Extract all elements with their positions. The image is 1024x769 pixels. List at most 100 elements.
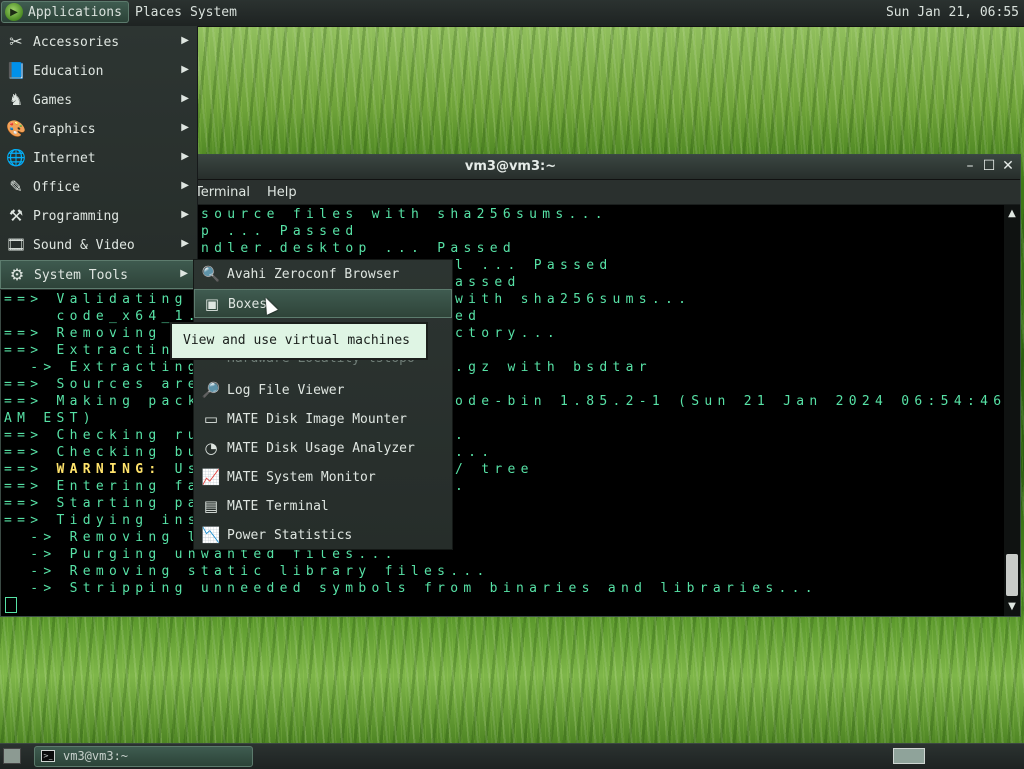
terminal-line: ==> Making pack bbox=[4, 394, 201, 409]
menu-item-label: Graphics bbox=[33, 122, 96, 137]
submenu-item-avahi[interactable]: 🔍 Avahi Zeroconf Browser bbox=[194, 260, 452, 289]
terminal-line: ==> Extracting bbox=[4, 343, 188, 358]
scroll-up-arrow-icon[interactable]: ▲ bbox=[1004, 207, 1020, 221]
terminal-line: / tree bbox=[455, 462, 534, 477]
education-icon: 📘 bbox=[6, 61, 26, 80]
submenu-arrow-icon: ▶ bbox=[181, 35, 189, 46]
menu-item-education[interactable]: 📘 Education ▶ bbox=[0, 57, 197, 86]
terminal-line: -> Removing l bbox=[4, 530, 201, 545]
menu-item-label: Internet bbox=[33, 151, 96, 166]
scroll-down-arrow-icon[interactable]: ▼ bbox=[1004, 600, 1020, 614]
submenu-item-label: MATE Disk Image Mounter bbox=[227, 412, 408, 427]
menu-item-programming[interactable]: ⚒ Programming ▶ bbox=[0, 202, 197, 231]
taskbar-label: vm3@vm3:~ bbox=[63, 749, 129, 763]
terminal-icon: ▤ bbox=[203, 497, 219, 515]
maximize-button[interactable]: ☐ bbox=[981, 158, 997, 174]
terminal-line: source files with sha256sums... bbox=[201, 207, 608, 222]
programming-icon: ⚒ bbox=[8, 206, 24, 225]
submenu-arrow-icon: ▶ bbox=[181, 209, 189, 220]
submenu-arrow-icon: ▶ bbox=[181, 180, 189, 191]
terminal-warning-line: ==> WARNING: Us bbox=[4, 462, 201, 477]
terminal-line: assed bbox=[455, 275, 521, 290]
boxes-icon: ▣ bbox=[204, 295, 220, 313]
terminal-icon: >_ bbox=[41, 750, 55, 762]
submenu-item-terminal[interactable]: ▤ MATE Terminal bbox=[194, 492, 452, 521]
menu-item-internet[interactable]: 🌐 Internet ▶ bbox=[0, 144, 197, 173]
menu-item-label: Education bbox=[33, 64, 104, 79]
minimize-button[interactable]: – bbox=[962, 158, 978, 174]
menu-item-label: Programming bbox=[33, 209, 120, 224]
submenu-item-label: Power Statistics bbox=[227, 528, 353, 543]
terminal-line: AM EST) bbox=[4, 411, 96, 426]
menu-item-accessories[interactable]: ✂ Accessories ▶ bbox=[0, 28, 197, 57]
workspace-switcher[interactable] bbox=[893, 748, 925, 764]
log-viewer-icon: 🔎 bbox=[201, 381, 221, 399]
menu-item-label: Accessories bbox=[33, 35, 120, 50]
applications-menu: ✂ Accessories ▶ 📘 Education ▶ ♞ Games ▶ … bbox=[0, 26, 198, 290]
sound-video-icon: 🎞 bbox=[6, 235, 27, 254]
terminal-line: ctory... bbox=[455, 326, 561, 341]
clock[interactable]: Sun Jan 21, 06:55 bbox=[886, 5, 1019, 20]
help-menu[interactable]: Help bbox=[267, 185, 297, 200]
scrollbar-thumb[interactable] bbox=[1006, 554, 1018, 596]
terminal-line: with sha256sums... bbox=[455, 292, 692, 307]
terminal-line: ==> Checking ru bbox=[4, 428, 201, 443]
terminal-line: -> Extracting bbox=[4, 360, 201, 375]
places-menu[interactable]: Places bbox=[135, 5, 182, 20]
submenu-item-label: Avahi Zeroconf Browser bbox=[227, 267, 400, 282]
taskbar-terminal-button[interactable]: >_ vm3@vm3:~ bbox=[34, 746, 253, 767]
terminal-line: -> Stripping unneeded symbols from binar… bbox=[4, 581, 818, 596]
menu-item-sound-video[interactable]: 🎞 Sound & Video ▶ bbox=[0, 231, 197, 260]
terminal-line: ndler.desktop ... Passed bbox=[201, 241, 517, 256]
submenu-arrow-icon: ▶ bbox=[181, 238, 189, 249]
terminal-line: ed bbox=[455, 309, 482, 324]
submenu-item-system-monitor[interactable]: 📈 MATE System Monitor bbox=[194, 463, 452, 492]
system-tools-icon: ⚙ bbox=[9, 265, 25, 284]
applications-menu-button[interactable]: ▶ Applications bbox=[1, 1, 129, 23]
submenu-arrow-icon: ▶ bbox=[181, 64, 189, 75]
avahi-icon: 🔍 bbox=[201, 265, 221, 283]
terminal-cursor bbox=[5, 597, 17, 613]
terminal-line: ==> Starting pa bbox=[4, 496, 201, 511]
system-menu[interactable]: System bbox=[190, 5, 237, 20]
terminal-scrollbar[interactable]: ▲ ▼ bbox=[1004, 205, 1020, 616]
menu-item-label: System Tools bbox=[34, 268, 128, 283]
terminal-line: ==> Validating bbox=[4, 292, 188, 307]
submenu-arrow-icon: ▶ bbox=[181, 151, 189, 162]
system-monitor-icon: 📈 bbox=[201, 468, 221, 486]
terminal-menu[interactable]: Terminal bbox=[195, 185, 250, 200]
internet-icon: 🌐 bbox=[6, 148, 26, 167]
submenu-item-power-statistics[interactable]: 📉 Power Statistics bbox=[194, 521, 452, 550]
submenu-item-disk-mounter[interactable]: ▭ MATE Disk Image Mounter bbox=[194, 405, 452, 434]
menu-item-system-tools[interactable]: ⚙ System Tools ▶ bbox=[0, 260, 197, 289]
submenu-arrow-icon: ▶ bbox=[181, 93, 189, 104]
show-desktop-icon[interactable] bbox=[3, 748, 21, 764]
bottom-panel: >_ vm3@vm3:~ bbox=[0, 743, 1024, 769]
terminal-line: ==> Tidying ins bbox=[4, 513, 201, 528]
disk-mounter-icon: ▭ bbox=[203, 410, 219, 428]
terminal-line: .gz with bsdtar bbox=[455, 360, 652, 375]
submenu-item-disk-usage[interactable]: ◔ MATE Disk Usage Analyzer bbox=[194, 434, 452, 463]
menu-item-label: Sound & Video bbox=[33, 238, 135, 253]
menu-item-office[interactable]: ✎ Office ▶ bbox=[0, 173, 197, 202]
submenu-item-label: MATE Disk Usage Analyzer bbox=[227, 441, 415, 456]
top-panel: ▶ Applications Places System Sun Jan 21,… bbox=[0, 0, 1024, 27]
submenu-item-label: MATE System Monitor bbox=[227, 470, 376, 485]
games-icon: ♞ bbox=[8, 90, 24, 109]
submenu-arrow-icon: ▶ bbox=[180, 268, 188, 279]
terminal-line: ==> Removing bbox=[4, 326, 162, 341]
terminal-line: . bbox=[455, 479, 469, 494]
submenu-item-boxes[interactable]: ▣ Boxes bbox=[194, 289, 452, 318]
terminal-line: ... bbox=[455, 445, 495, 460]
terminal-line: ==> Checking bu bbox=[4, 445, 201, 460]
menu-item-graphics[interactable]: 🎨 Graphics ▶ bbox=[0, 115, 197, 144]
mate-logo-icon: ▶ bbox=[5, 3, 23, 21]
terminal-line: . bbox=[455, 428, 469, 443]
close-button[interactable]: ✕ bbox=[1000, 158, 1016, 174]
tooltip: View and use virtual machines bbox=[170, 322, 428, 360]
menu-item-label: Games bbox=[33, 93, 73, 108]
submenu-item-log-viewer[interactable]: 🔎 Log File Viewer bbox=[194, 376, 452, 405]
terminal-line: p ... Passed bbox=[201, 224, 359, 239]
menu-item-games[interactable]: ♞ Games ▶ bbox=[0, 86, 197, 115]
office-icon: ✎ bbox=[9, 177, 23, 196]
